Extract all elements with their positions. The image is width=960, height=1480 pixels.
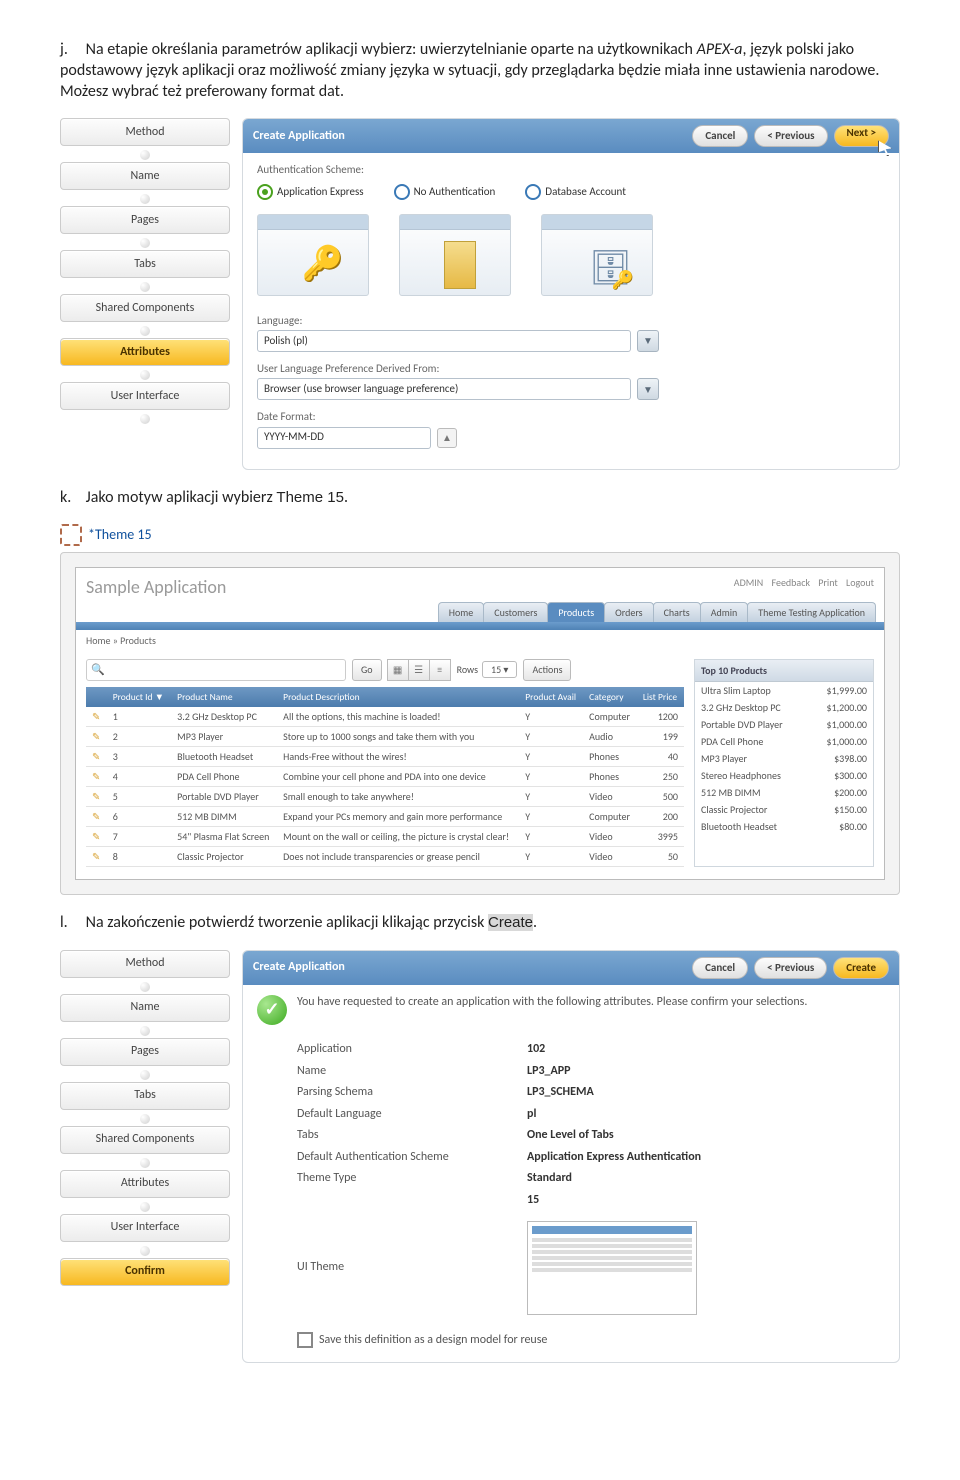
chevron-down-icon[interactable]: ▼ xyxy=(637,330,659,352)
create-application-confirm-panel: Create Application Cancel < Previous Cre… xyxy=(242,950,900,1363)
langpref-select[interactable]: Browser (use browser language preference… xyxy=(257,378,631,400)
tab-charts[interactable]: Charts xyxy=(653,602,701,622)
table-row: ✎4PDA Cell PhoneCombine your cell phone … xyxy=(86,767,684,787)
actions-button[interactable]: Actions xyxy=(523,659,571,681)
dateformat-label: Date Format: xyxy=(257,410,885,424)
success-check-icon: ✓ xyxy=(257,995,287,1025)
key-icon: 🔑 xyxy=(302,243,344,287)
auth-appexpress-radio[interactable]: Application Express xyxy=(257,184,364,200)
checkbox-icon[interactable] xyxy=(297,1332,313,1348)
edit-icon[interactable]: ✎ xyxy=(86,787,107,807)
door-icon xyxy=(444,241,476,289)
previous-button[interactable]: < Previous xyxy=(754,125,827,147)
user-links: ADMIN Feedback Print Logout xyxy=(728,576,874,599)
rows-select[interactable]: 15 ▾ xyxy=(482,661,517,678)
edit-icon[interactable]: ✎ xyxy=(86,807,107,827)
theme15-label[interactable]: *Theme 15 xyxy=(88,526,152,544)
dateformat-input[interactable]: YYYY-MM-DD xyxy=(257,427,431,449)
edit-icon[interactable]: ✎ xyxy=(86,827,107,847)
wizard-steps-confirm: Method Name Pages Tabs Shared Components… xyxy=(60,950,230,1288)
theme-radio-icon[interactable] xyxy=(60,524,82,546)
figure-theme15-preview: *Theme 15 Sample Application ADMIN Feedb… xyxy=(60,524,900,895)
step-ui[interactable]: User Interface xyxy=(60,382,230,410)
paragraph-l: l. Na zakończenie potwierdź tworzenie ap… xyxy=(60,913,900,934)
panel-title: Create Application xyxy=(253,129,345,145)
tab-customers[interactable]: Customers xyxy=(483,602,548,622)
figure-attributes-wizard: Method Name Pages Tabs Shared Components… xyxy=(60,118,900,469)
step-tabs[interactable]: Tabs xyxy=(60,250,230,278)
edit-icon[interactable]: ✎ xyxy=(86,747,107,767)
search-icon: 🔍 xyxy=(91,663,105,677)
confirm-message: You have requested to create an applicat… xyxy=(297,995,807,1011)
table-row: ✎8Classic ProjectorDoes not include tran… xyxy=(86,847,684,867)
create-button[interactable]: Create xyxy=(833,957,889,979)
step-attributes[interactable]: Attributes xyxy=(60,1170,230,1198)
step-shared[interactable]: Shared Components xyxy=(60,294,230,322)
tab-orders[interactable]: Orders xyxy=(604,602,653,622)
table-row: ✎6512 MB DIMMExpand your PCs memory and … xyxy=(86,807,684,827)
wizard-steps: Method Name Pages Tabs Shared Components… xyxy=(60,118,230,426)
tab-admin[interactable]: Admin xyxy=(700,602,749,622)
auth-tile-appexpress[interactable]: 🔑 xyxy=(257,214,369,296)
paragraph-k: k. Jako motyw aplikacji wybierz Theme 15… xyxy=(60,488,900,509)
save-model-checkbox[interactable]: Save this definition as a design model f… xyxy=(297,1332,885,1348)
ui-theme-label: UI Theme xyxy=(297,1260,527,1276)
panel-header: Create Application Cancel < Previous Nex… xyxy=(243,119,899,153)
database-icon: 🗄🔑 xyxy=(589,247,632,291)
table-row: ✎754" Plasma Flat ScreenMount on the wal… xyxy=(86,827,684,847)
step-tabs[interactable]: Tabs xyxy=(60,1082,230,1110)
edit-icon[interactable]: ✎ xyxy=(86,727,107,747)
table-row: ✎13.2 GHz Desktop PCAll the options, thi… xyxy=(86,707,684,727)
view-toggle[interactable]: ▦☰≡ xyxy=(388,659,451,681)
step-confirm[interactable]: Confirm xyxy=(60,1258,230,1286)
app-tabs: Home Customers Products Orders Charts Ad… xyxy=(76,602,884,622)
step-method[interactable]: Method xyxy=(60,950,230,978)
top-products-box: Top 10 Products Ultra Slim Laptop$1,999.… xyxy=(694,659,874,867)
sample-app-title: Sample Application xyxy=(86,576,226,599)
cancel-button[interactable]: Cancel xyxy=(692,125,748,147)
auth-scheme-label: Authentication Scheme: xyxy=(257,163,885,177)
table-row: ✎2MP3 PlayerStore up to 1000 songs and t… xyxy=(86,727,684,747)
cancel-button[interactable]: Cancel xyxy=(692,957,748,979)
step-pages[interactable]: Pages xyxy=(60,1038,230,1066)
auth-tile-none[interactable] xyxy=(399,214,511,296)
tab-home[interactable]: Home xyxy=(438,602,484,622)
lov-picker-icon[interactable]: ▲ xyxy=(437,428,457,448)
step-pages[interactable]: Pages xyxy=(60,206,230,234)
paragraph-j: j. Na etapie określania parametrów aplik… xyxy=(60,40,900,102)
step-ui[interactable]: User Interface xyxy=(60,1214,230,1242)
auth-tile-db[interactable]: 🗄🔑 xyxy=(541,214,653,296)
step-shared[interactable]: Shared Components xyxy=(60,1126,230,1154)
edit-icon[interactable]: ✎ xyxy=(86,767,107,787)
auth-none-radio[interactable]: No Authentication xyxy=(394,184,496,200)
table-row: ✎5Portable DVD PlayerSmall enough to tak… xyxy=(86,787,684,807)
edit-icon[interactable]: ✎ xyxy=(86,707,107,727)
language-select[interactable]: Polish (pl) xyxy=(257,330,631,352)
step-method[interactable]: Method xyxy=(60,118,230,146)
step-name[interactable]: Name xyxy=(60,162,230,190)
panel-title: Create Application xyxy=(253,960,345,976)
chevron-down-icon[interactable]: ▼ xyxy=(637,378,659,400)
search-input[interactable]: 🔍 xyxy=(86,659,346,681)
products-table: Product Id ▼ Product Name Product Descri… xyxy=(86,687,684,867)
breadcrumb: Home » Products xyxy=(76,630,884,651)
previous-button[interactable]: < Previous xyxy=(754,957,827,979)
figure-confirm-wizard: Method Name Pages Tabs Shared Components… xyxy=(60,950,900,1363)
go-button[interactable]: Go xyxy=(352,659,382,681)
table-row: ✎3Bluetooth HeadsetHands-Free without th… xyxy=(86,747,684,767)
tab-theme-testing[interactable]: Theme Testing Application xyxy=(747,602,876,622)
language-label: Language: xyxy=(257,314,885,328)
create-application-panel: Create Application Cancel < Previous Nex… xyxy=(242,118,900,469)
theme-thumbnail xyxy=(527,1221,697,1315)
auth-db-radio[interactable]: Database Account xyxy=(525,184,626,200)
tab-products[interactable]: Products xyxy=(547,602,605,622)
langpref-label: User Language Preference Derived From: xyxy=(257,362,885,376)
edit-icon[interactable]: ✎ xyxy=(86,847,107,867)
next-button[interactable]: Next > xyxy=(834,125,889,147)
step-name[interactable]: Name xyxy=(60,994,230,1022)
step-attributes[interactable]: Attributes xyxy=(60,338,230,366)
